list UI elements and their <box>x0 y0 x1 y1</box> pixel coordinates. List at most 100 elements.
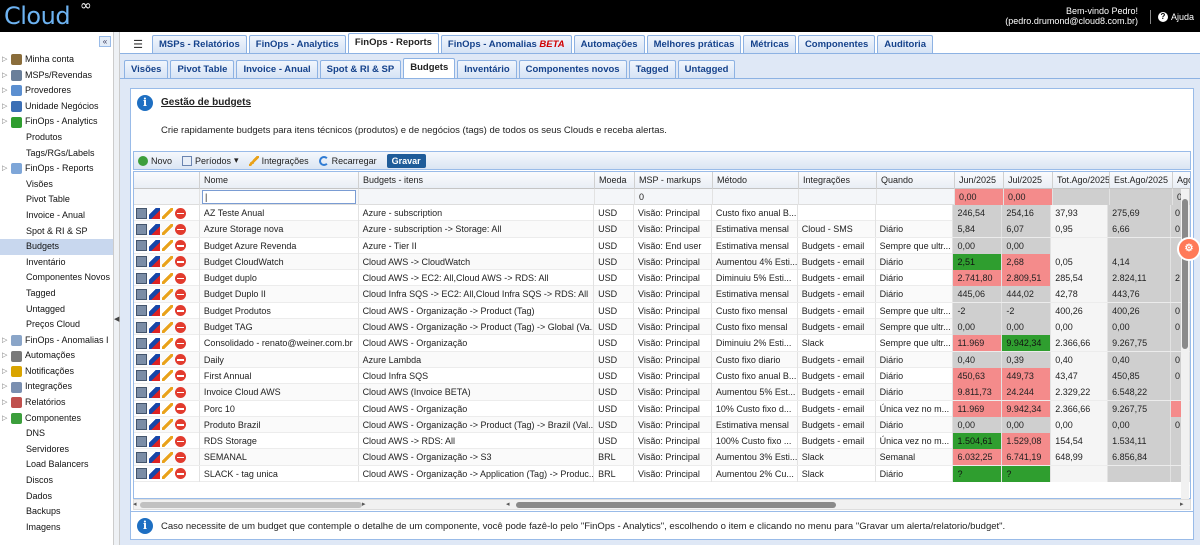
table-row[interactable]: Budget TAG Cloud AWS - Organização -> Pro… <box>134 319 1190 336</box>
edit-icon[interactable] <box>162 468 173 480</box>
subtab-budgets[interactable]: Budgets <box>403 58 456 78</box>
table-row[interactable]: Budget Produtos Cloud AWS - Organização -… <box>134 302 1190 320</box>
chart-icon[interactable] <box>149 321 160 333</box>
sidebar-item-imagens[interactable]: Imagens <box>0 520 113 536</box>
chart-icon[interactable] <box>149 223 160 235</box>
expand-arrow-icon[interactable]: ▷ <box>2 99 11 115</box>
column-header-tot-ago-2025[interactable]: Tot.Ago/2025 <box>1053 172 1110 189</box>
expand-arrow-icon[interactable]: ▷ <box>2 68 11 84</box>
chart-icon[interactable] <box>149 354 160 366</box>
table-row[interactable]: Budget Duplo II Cloud Infra SQS -> EC2: A… <box>134 286 1190 303</box>
scroll-right-icon[interactable]: ▸ <box>1180 500 1184 509</box>
delete-icon[interactable] <box>175 435 186 447</box>
view-icon[interactable] <box>136 337 147 349</box>
view-icon[interactable] <box>136 468 147 480</box>
chart-icon[interactable] <box>149 305 160 317</box>
sidebar-item-relatorios[interactable]: ▷ Relatórios <box>0 395 113 411</box>
sidebar-item-finops-anomalias-i[interactable]: ▷ FinOps - Anomalias I <box>0 333 113 349</box>
expand-arrow-icon[interactable]: ▷ <box>2 348 11 364</box>
column-header-jun-2025[interactable]: Jun/2025 <box>955 172 1004 189</box>
table-row[interactable]: Azure Storage nova Azure - subscription -… <box>134 221 1190 238</box>
chart-icon[interactable] <box>149 403 160 415</box>
scroll-left-icon[interactable]: ◂ <box>506 500 510 509</box>
delete-icon[interactable] <box>175 419 186 431</box>
view-icon[interactable] <box>136 288 147 300</box>
tab-finops-analytics[interactable]: FinOps - Analytics <box>248 35 346 53</box>
table-row[interactable]: Consolidado - renato@weiner.com.br Cloud … <box>134 335 1190 352</box>
edit-icon[interactable] <box>162 419 173 431</box>
chart-icon[interactable] <box>149 272 160 284</box>
edit-icon[interactable] <box>162 240 173 252</box>
delete-icon[interactable] <box>175 403 186 415</box>
expand-arrow-icon[interactable]: ▷ <box>2 395 11 411</box>
edit-icon[interactable] <box>162 403 173 415</box>
chart-icon[interactable] <box>149 419 160 431</box>
subtab-componentes-novos[interactable]: Componentes novos <box>518 60 627 78</box>
subtab-invoice-anual[interactable]: Invoice - Anual <box>236 60 318 78</box>
sidebar-item-produtos[interactable]: Produtos <box>0 130 113 146</box>
table-row[interactable]: Produto Brazil Cloud AWS - Organização ->… <box>134 416 1190 434</box>
view-icon[interactable] <box>136 435 147 447</box>
edit-icon[interactable] <box>162 207 173 219</box>
delete-icon[interactable] <box>175 240 186 252</box>
app-logo[interactable]: Cloud ∞ <box>4 0 92 30</box>
sidebar-item-load-balancers[interactable]: Load Balancers <box>0 457 113 473</box>
sidebar-item-dados[interactable]: Dados <box>0 489 113 505</box>
table-row[interactable]: Budget Azure Revenda Azure - Tier II USD Vi… <box>134 237 1190 254</box>
tab-msps-relatorios[interactable]: MSPs - Relatórios <box>152 35 247 53</box>
edit-icon[interactable] <box>162 354 173 366</box>
subtab-spot-ri-sp[interactable]: Spot & RI & SP <box>319 60 402 78</box>
view-icon[interactable] <box>136 419 147 431</box>
column-header-msp-markups[interactable]: MSP - markups <box>635 172 713 189</box>
chart-icon[interactable] <box>149 435 160 447</box>
sidebar-item-servidores[interactable]: Servidores <box>0 442 113 458</box>
expand-arrow-icon[interactable]: ▷ <box>2 379 11 395</box>
delete-icon[interactable] <box>175 370 186 382</box>
delete-icon[interactable] <box>175 451 186 463</box>
edit-icon[interactable] <box>162 288 173 300</box>
edit-icon[interactable] <box>162 370 173 382</box>
delete-icon[interactable] <box>175 305 186 317</box>
sidebar-item-componentes-novos[interactable]: Componentes Novos <box>0 270 113 286</box>
expand-arrow-icon[interactable]: ▷ <box>2 411 11 427</box>
sidebar-item-visoes[interactable]: Visões <box>0 177 113 193</box>
grid-horizontal-scrollbar[interactable]: ◂ ▸ ◂ ▸ <box>133 499 1191 510</box>
view-icon[interactable] <box>136 321 147 333</box>
chart-icon[interactable] <box>149 240 160 252</box>
sidebar-item-inventario[interactable]: Inventário <box>0 255 113 271</box>
menu-icon[interactable]: ☰ <box>128 35 148 53</box>
view-icon[interactable] <box>136 403 147 415</box>
integrations-button[interactable]: Integrações <box>248 155 309 166</box>
scroll-thumb[interactable] <box>516 502 836 508</box>
edit-icon[interactable] <box>162 223 173 235</box>
column-header-metodo[interactable]: Método <box>713 172 799 189</box>
column-header-moeda[interactable]: Moeda <box>595 172 635 189</box>
expand-arrow-icon[interactable]: ▷ <box>2 333 11 349</box>
edit-icon[interactable] <box>162 321 173 333</box>
view-icon[interactable] <box>136 272 147 284</box>
scroll-right-icon[interactable]: ▸ <box>362 500 366 509</box>
tab-componentes[interactable]: Componentes <box>797 35 876 53</box>
chart-icon[interactable] <box>149 337 160 349</box>
delete-icon[interactable] <box>175 256 186 268</box>
grid-vertical-scrollbar[interactable] <box>1181 189 1189 499</box>
edit-icon[interactable] <box>162 386 173 398</box>
view-icon[interactable] <box>136 240 147 252</box>
view-icon[interactable] <box>136 370 147 382</box>
sidebar-item-notificacoes[interactable]: ▷ Notificações <box>0 364 113 380</box>
delete-icon[interactable] <box>175 337 186 349</box>
sidebar-item-finops-analytics[interactable]: ▷ FinOps - Analytics <box>0 114 113 130</box>
help-link[interactable]: ? Ajuda <box>1149 10 1194 24</box>
chart-icon[interactable] <box>149 288 160 300</box>
delete-icon[interactable] <box>175 223 186 235</box>
table-row[interactable]: Budget duplo Cloud AWS -> EC2: All,Cloud … <box>134 270 1190 287</box>
tab-metricas[interactable]: Métricas <box>743 35 796 53</box>
tab-automacoes[interactable]: Automações <box>573 35 645 53</box>
sidebar-item-dns[interactable]: DNS <box>0 426 113 442</box>
user-welcome[interactable]: Bem-vindo Pedro! (pedro.drumond@cloud8.c… <box>1005 6 1138 26</box>
table-row[interactable]: SEMANAL Cloud AWS - Organização -> S3 BRL V… <box>134 449 1190 466</box>
column-header-est-ago-2025[interactable]: Est.Ago/2025 <box>1110 172 1173 189</box>
sidebar-item-pivot-table[interactable]: Pivot Table <box>0 192 113 208</box>
chat-widget-icon[interactable]: ⚙ <box>1177 237 1200 261</box>
table-row[interactable]: Daily Azure Lambda USD Visão: Principal Cust… <box>134 351 1190 368</box>
